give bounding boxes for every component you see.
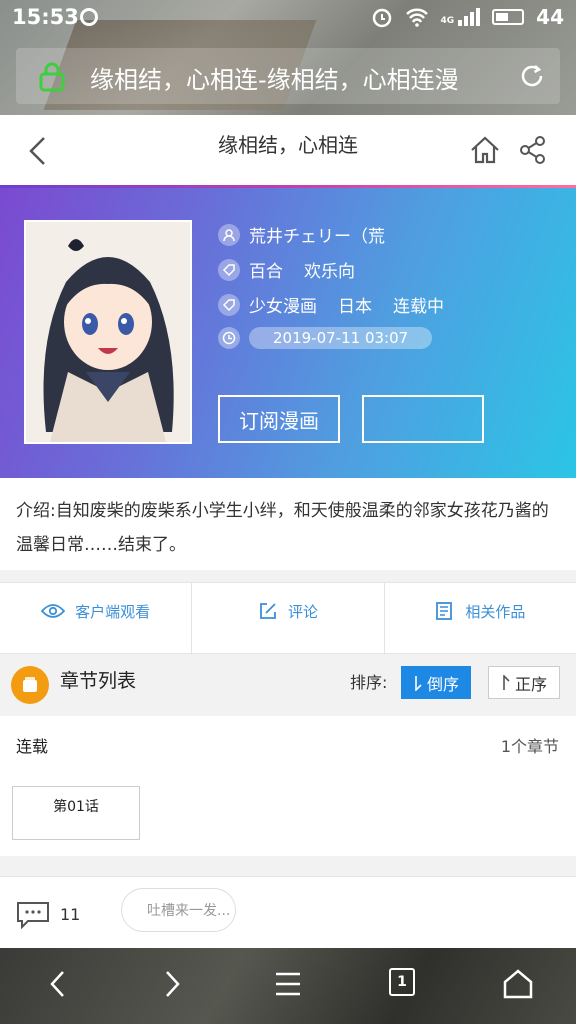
alarm-icon xyxy=(372,8,391,28)
update-date: 2019-07-11 03:07 xyxy=(249,327,433,349)
genre-tag[interactable]: 百合 xyxy=(249,257,283,282)
tag-icon xyxy=(218,258,240,281)
tag-icon xyxy=(218,293,240,316)
battery-icon xyxy=(492,9,525,25)
arrow-up-icon xyxy=(503,674,510,690)
action-bar: 客户端观看 评论 相关作品 xyxy=(0,582,576,654)
comic-banner: 荒井チェリー（荒 百合 欢乐向 少女漫画 日本 连载中 2019-07-11 0… xyxy=(0,188,576,478)
subscribe-button[interactable]: 订阅漫画 xyxy=(218,395,340,443)
status-time: 15:53 xyxy=(12,5,79,29)
battery-level: 44 xyxy=(536,5,564,29)
section-label: 连载 xyxy=(16,737,49,756)
action-label: 评论 xyxy=(287,602,318,621)
comic-cover-image[interactable] xyxy=(24,220,192,444)
genre-tag[interactable]: 欢乐向 xyxy=(304,257,355,282)
url-bar[interactable]: 缘相结，心相连-缘相结，心相连漫 xyxy=(16,48,560,104)
update-row: 2019-07-11 03:07 xyxy=(218,327,433,349)
comment-input[interactable]: 吐槽来一发... xyxy=(121,888,236,932)
url-text: 缘相结，心相连-缘相结，心相连漫 xyxy=(90,66,459,94)
author-name[interactable]: 荒井チェリー（荒 xyxy=(249,222,385,247)
status-bar: 15:53 4G 44 xyxy=(0,0,576,36)
tabs-button[interactable]: 1 xyxy=(389,968,415,996)
book-icon xyxy=(436,602,453,620)
sort-desc-button[interactable]: 倒序 xyxy=(401,666,471,699)
tab-count: 1 xyxy=(389,968,415,996)
clock-icon xyxy=(218,327,240,349)
sort-asc-button[interactable]: 正序 xyxy=(488,666,560,699)
edit-icon xyxy=(260,603,276,619)
nav-header: 缘相结，心相连 xyxy=(0,115,576,185)
meta-row: 少女漫画 日本 连载中 xyxy=(218,292,456,317)
chapter-list-icon xyxy=(11,666,49,704)
share-icon[interactable] xyxy=(518,135,548,165)
intro-text: 介绍:自知废柴的废柴系小学生小绊，和天使般温柔的邻家女孩花乃酱的温馨日常……结束… xyxy=(16,501,549,555)
chapter-count: 1个章节 xyxy=(500,737,559,756)
chapter-section: 连载 1个章节 第01话 xyxy=(0,716,576,856)
user-icon xyxy=(218,223,240,246)
home-icon[interactable] xyxy=(468,133,502,167)
reload-icon[interactable] xyxy=(518,62,546,90)
browser-back-icon[interactable] xyxy=(48,968,68,1000)
action-label: 相关作品 xyxy=(465,602,526,621)
chapter-list-title: 章节列表 xyxy=(60,670,137,692)
action-label: 客户端观看 xyxy=(75,602,151,621)
related-works-button[interactable]: 相关作品 xyxy=(385,583,576,653)
comment-count: 11 xyxy=(60,905,81,924)
status-tag: 连载中 xyxy=(393,297,444,317)
browser-home-icon[interactable] xyxy=(502,968,534,1000)
sort-desc-label: 倒序 xyxy=(426,674,459,694)
browser-toolbar: 1 xyxy=(0,948,576,1024)
secondary-button[interactable] xyxy=(362,395,484,443)
arrow-down-icon xyxy=(415,675,422,691)
comment-button[interactable]: 评论 xyxy=(192,583,385,653)
category-tag[interactable]: 少女漫画 xyxy=(249,292,317,317)
client-view-button[interactable]: 客户端观看 xyxy=(0,583,193,653)
comment-bar: 11 吐槽来一发... xyxy=(0,876,576,949)
chapter-button[interactable]: 第01话 xyxy=(12,786,140,840)
sort-asc-label: 正序 xyxy=(514,674,547,694)
tags-row: 百合 欢乐向 xyxy=(218,257,367,282)
sort-label: 排序: xyxy=(350,673,388,692)
eye-icon xyxy=(41,604,66,618)
notification-app-icon xyxy=(80,8,98,26)
menu-icon[interactable] xyxy=(274,968,302,1000)
lock-icon xyxy=(39,62,65,92)
intro-section: 介绍:自知废柴的废柴系小学生小绊，和天使般温柔的邻家女孩花乃酱的温馨日常……结束… xyxy=(0,478,576,570)
author-row: 荒井チェリー（荒 xyxy=(218,222,385,247)
network-type: 4G xyxy=(440,16,455,26)
signal-icon: 4G xyxy=(441,8,481,26)
region-tag[interactable]: 日本 xyxy=(338,292,372,317)
browser-forward-icon[interactable] xyxy=(162,968,182,1000)
wifi-icon xyxy=(405,8,428,27)
comment-icon[interactable] xyxy=(16,901,50,929)
